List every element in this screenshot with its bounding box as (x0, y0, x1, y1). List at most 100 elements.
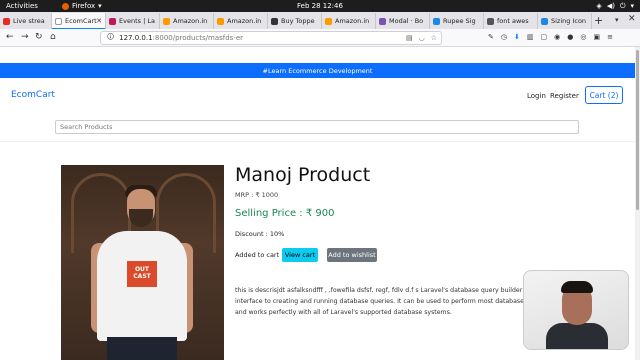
tab[interactable]: Modal · Bo (376, 13, 430, 29)
chevron-down-icon: ▾ (630, 1, 634, 10)
page-info-icon[interactable]: 🛈 (107, 33, 114, 44)
amazon-icon (217, 17, 224, 25)
tab[interactable]: Events | La (106, 13, 160, 29)
description-line: this is descrisjdt asfalksndfff , ,fowef… (235, 287, 525, 294)
tools-icon[interactable]: ✎ (488, 33, 494, 41)
tab[interactable]: Amazon.in (214, 13, 268, 29)
tab-label: Amazon.in (173, 17, 208, 25)
page-icon (55, 17, 62, 25)
forward-arrow-icon[interactable]: → (21, 32, 29, 42)
extension-icon[interactable]: ▣ (593, 33, 600, 41)
new-tab-plus-icon[interactable]: + (594, 14, 603, 27)
product-mrp: MRP : ₹ 1000 (235, 191, 279, 199)
add-to-wishlist-button[interactable]: Add to wishlist (327, 248, 377, 262)
close-tab-icon[interactable]: ✕ (96, 17, 102, 25)
amazon-icon (325, 17, 332, 25)
selling-price: Selling Price : ₹ 900 (235, 208, 335, 219)
account-icon[interactable]: ◉ (554, 33, 560, 41)
site-navbar: EcomCart Login Register Cart (2) (0, 78, 635, 112)
webcam-overlay (523, 270, 629, 350)
power-icon: ⏻ (619, 1, 626, 10)
home-icon[interactable]: ⌂ (50, 32, 56, 42)
shirt-print: OUT CAST (127, 261, 157, 287)
firefox-icon (62, 2, 69, 10)
url-bar[interactable]: 🛈 127.0.0.1:8000/products/masfds-er ▤ ◡ … (100, 31, 442, 45)
menu-icon[interactable]: ≡ (607, 33, 613, 41)
added-to-cart-text: Added to cart (235, 251, 280, 259)
discount-text: Discount : 10% (235, 230, 285, 238)
chevron-down-icon: ▾ (98, 2, 102, 10)
tab-label: Events | La (119, 17, 155, 25)
tab-label: Amazon.in (335, 17, 370, 25)
search-section (0, 112, 635, 142)
description-line: interface to creating and running databa… (235, 298, 525, 305)
browser-toolbar: ← → ↻ ⌂ 🛈 127.0.0.1:8000/products/masfds… (0, 29, 640, 47)
login-link[interactable]: Login (527, 92, 546, 100)
tab-strip: Live strea EcomCart ✕ Events | La Amazon… (0, 12, 640, 29)
tab-label: Sizing Icon (551, 17, 587, 25)
register-link[interactable]: Register (550, 92, 579, 100)
tab-label: Buy Toppe (281, 17, 315, 25)
search-result-icon (433, 17, 440, 25)
tab[interactable]: Rupee Sig (430, 13, 484, 29)
product-title: Manoj Product (235, 164, 371, 186)
tab-label: Live strea (13, 17, 45, 25)
site-brand[interactable]: EcomCart (11, 90, 55, 100)
youtube-icon (3, 17, 10, 25)
library-icon[interactable]: ▥ (527, 33, 534, 41)
bookmark-star-icon[interactable]: ☆ (431, 34, 437, 42)
sidebar-icon[interactable]: ▢ (540, 33, 547, 41)
reader-view-icon[interactable]: ▤ (406, 34, 413, 42)
system-tray[interactable]: ◈ ◀) ⏻ ▾ (596, 2, 634, 11)
tab-label: EcomCart (65, 17, 97, 25)
events-icon (109, 17, 116, 25)
description-line: and works perfectly with all of Laravel'… (235, 309, 452, 316)
history-icon[interactable]: ◷ (501, 33, 507, 41)
tab[interactable]: Live strea (0, 13, 52, 29)
download-icon[interactable]: ⬇ (514, 33, 520, 41)
network-icon: ◈ (596, 1, 602, 10)
tab-label: Modal · Bo (389, 17, 424, 25)
cart-button[interactable]: Cart (2) (585, 86, 623, 104)
extension-icon[interactable]: ◎ (580, 33, 586, 41)
url-path: :8000/products/masfds-er (152, 34, 244, 42)
clock[interactable]: Feb 28 12:46 (297, 2, 343, 10)
activities-button[interactable]: Activities (6, 2, 38, 10)
presenter-hair (561, 281, 593, 293)
tab-active[interactable]: EcomCart ✕ (52, 13, 106, 29)
product-description: this is descrisjdt asfalksndfff , ,fowef… (235, 285, 525, 321)
pocket-icon[interactable]: ◡ (419, 34, 425, 42)
extension-icon[interactable]: ● (567, 33, 573, 41)
tab-label: Rupee Sig (443, 17, 476, 25)
search-input[interactable] (55, 120, 579, 134)
beard (129, 209, 153, 227)
fontawesome-icon (487, 17, 494, 25)
tab[interactable]: Sizing Icon (538, 13, 592, 29)
docs-icon (541, 17, 548, 25)
back-arrow-icon[interactable]: ← (6, 32, 14, 42)
pants (107, 337, 177, 360)
firefox-app-menu[interactable]: Firefox ▾ (62, 2, 102, 10)
shop-icon (271, 17, 278, 25)
amazon-icon (163, 17, 170, 25)
system-top-bar: Activities Firefox ▾ Feb 28 12:46 ◈ ◀) ⏻… (0, 0, 640, 12)
tab-label: Amazon.in (227, 17, 262, 25)
url-host: 127.0.0.1 (119, 34, 153, 42)
tab[interactable]: font awes (484, 13, 538, 29)
app-name: Firefox (72, 2, 96, 10)
tab[interactable]: Buy Toppe (268, 13, 322, 29)
tab-label: font awes (497, 17, 529, 25)
view-cart-button[interactable]: View cart (282, 248, 318, 262)
bootstrap-icon (379, 17, 386, 25)
volume-icon: ◀) (606, 1, 615, 10)
reload-icon[interactable]: ↻ (35, 32, 43, 42)
tab[interactable]: Amazon.in (322, 13, 376, 29)
announcement-banner: #Learn Ecommerce Development (0, 63, 635, 78)
toolbar-icons: ✎ ◷ ⬇ ▥ ▢ ◉ ● ◎ ▣ ≡ (488, 33, 613, 41)
tab-list-chevron-icon[interactable]: ▾ (615, 16, 619, 24)
tab[interactable]: Amazon.in (160, 13, 214, 29)
window-close-icon[interactable]: ✕ (628, 14, 636, 24)
presenter-body (546, 323, 608, 349)
scrollbar-thumb[interactable] (636, 50, 639, 210)
product-image: OUT CAST (61, 165, 224, 360)
